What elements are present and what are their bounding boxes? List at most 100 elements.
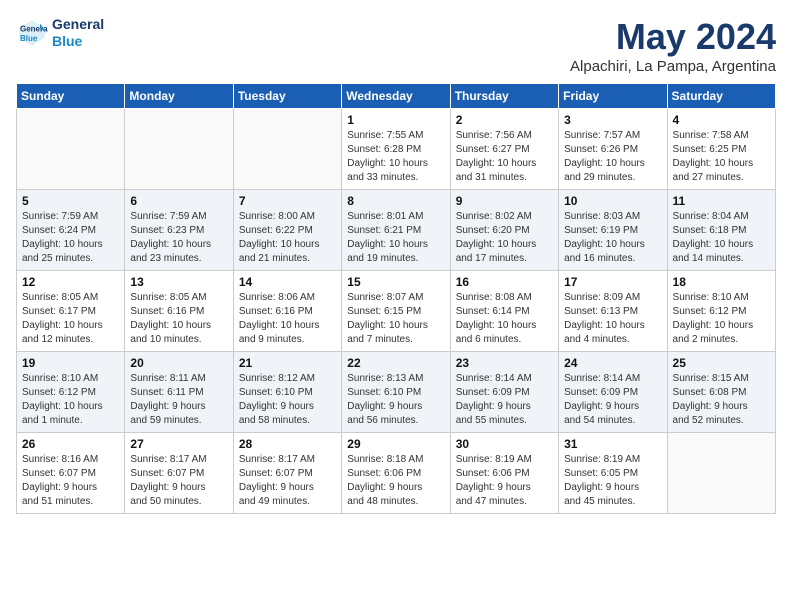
day-cell: 24 Sunrise: 8:14 AMSunset: 6:09 PMDayligh… (559, 352, 667, 433)
subtitle: Alpachiri, La Pampa, Argentina (570, 58, 776, 75)
day-number: 29 (347, 437, 444, 451)
day-info: Sunrise: 8:02 AMSunset: 6:20 PMDaylight:… (456, 210, 553, 266)
day-number: 26 (22, 437, 119, 451)
day-cell: 30 Sunrise: 8:19 AMSunset: 6:06 PMDayligh… (450, 433, 558, 514)
day-cell: 13Sunrise: 8:05 AMSunset: 6:16 PMDayligh… (125, 271, 233, 352)
day-number: 28 (239, 437, 336, 451)
day-number: 31 (564, 437, 661, 451)
day-info: Sunrise: 8:07 AMSunset: 6:15 PMDaylight:… (347, 291, 444, 347)
week-row-5: 26 Sunrise: 8:16 AMSunset: 6:07 PMDayligh… (17, 433, 776, 514)
day-info: Sunrise: 8:18 AMSunset: 6:06 PMDaylight:… (347, 453, 444, 509)
day-number: 5 (22, 194, 119, 208)
day-cell: 31 Sunrise: 8:19 AMSunset: 6:05 PMDayligh… (559, 433, 667, 514)
logo-line2: Blue (52, 33, 104, 50)
weekday-header-sunday: Sunday (17, 84, 125, 109)
day-number: 9 (456, 194, 553, 208)
day-number: 22 (347, 356, 444, 370)
day-number: 7 (239, 194, 336, 208)
day-cell (125, 109, 233, 190)
day-cell: 18 Sunrise: 8:10 AMSunset: 6:12 PMDayligh… (667, 271, 775, 352)
day-number: 16 (456, 275, 553, 289)
day-cell: 16 Sunrise: 8:08 AMSunset: 6:14 PMDayligh… (450, 271, 558, 352)
day-number: 21 (239, 356, 336, 370)
weekday-header-friday: Friday (559, 84, 667, 109)
day-info: Sunrise: 7:56 AMSunset: 6:27 PMDaylight:… (456, 129, 553, 185)
day-cell: 11 Sunrise: 8:04 AMSunset: 6:18 PMDayligh… (667, 190, 775, 271)
day-info: Sunrise: 7:59 AMSunset: 6:23 PMDaylight:… (130, 210, 227, 266)
day-cell: 28Sunrise: 8:17 AMSunset: 6:07 PMDayligh… (233, 433, 341, 514)
day-number: 30 (456, 437, 553, 451)
weekday-header-monday: Monday (125, 84, 233, 109)
logo-line1: General (52, 16, 104, 33)
day-number: 18 (673, 275, 770, 289)
calendar-table: SundayMondayTuesdayWednesdayThursdayFrid… (16, 83, 776, 514)
day-info: Sunrise: 7:58 AMSunset: 6:25 PMDaylight:… (673, 129, 770, 185)
day-info: Sunrise: 8:11 AMSunset: 6:11 PMDaylight:… (130, 372, 227, 428)
week-row-2: 5 Sunrise: 7:59 AMSunset: 6:24 PMDaylight… (17, 190, 776, 271)
day-number: 24 (564, 356, 661, 370)
weekday-header-tuesday: Tuesday (233, 84, 341, 109)
day-cell: 5 Sunrise: 7:59 AMSunset: 6:24 PMDaylight… (17, 190, 125, 271)
day-cell: 10 Sunrise: 8:03 AMSunset: 6:19 PMDayligh… (559, 190, 667, 271)
day-info: Sunrise: 8:14 AMSunset: 6:09 PMDaylight:… (564, 372, 661, 428)
day-info: Sunrise: 8:10 AMSunset: 6:12 PMDaylight:… (673, 291, 770, 347)
day-cell: 1Sunrise: 7:55 AMSunset: 6:28 PMDaylight… (342, 109, 450, 190)
week-row-4: 19 Sunrise: 8:10 AMSunset: 6:12 PMDayligh… (17, 352, 776, 433)
day-info: Sunrise: 8:03 AMSunset: 6:19 PMDaylight:… (564, 210, 661, 266)
day-cell: 9 Sunrise: 8:02 AMSunset: 6:20 PMDaylight… (450, 190, 558, 271)
day-info: Sunrise: 8:00 AMSunset: 6:22 PMDaylight:… (239, 210, 336, 266)
day-number: 15 (347, 275, 444, 289)
day-number: 17 (564, 275, 661, 289)
day-number: 20 (130, 356, 227, 370)
day-number: 14 (239, 275, 336, 289)
title-block: May 2024 Alpachiri, La Pampa, Argentina (570, 16, 776, 75)
day-cell: 26 Sunrise: 8:16 AMSunset: 6:07 PMDayligh… (17, 433, 125, 514)
day-info: Sunrise: 8:17 AMSunset: 6:07 PMDaylight:… (130, 453, 227, 509)
day-number: 2 (456, 113, 553, 127)
day-number: 13 (130, 275, 227, 289)
day-number: 19 (22, 356, 119, 370)
day-number: 10 (564, 194, 661, 208)
day-cell: 14 Sunrise: 8:06 AMSunset: 6:16 PMDayligh… (233, 271, 341, 352)
day-info: Sunrise: 8:15 AMSunset: 6:08 PMDaylight:… (673, 372, 770, 428)
day-info: Sunrise: 8:12 AMSunset: 6:10 PMDaylight:… (239, 372, 336, 428)
week-row-3: 12Sunrise: 8:05 AMSunset: 6:17 PMDayligh… (17, 271, 776, 352)
day-cell: 25 Sunrise: 8:15 AMSunset: 6:08 PMDayligh… (667, 352, 775, 433)
day-number: 3 (564, 113, 661, 127)
day-cell: 22Sunrise: 8:13 AMSunset: 6:10 PMDayligh… (342, 352, 450, 433)
day-cell: 21 Sunrise: 8:12 AMSunset: 6:10 PMDayligh… (233, 352, 341, 433)
day-info: Sunrise: 8:19 AMSunset: 6:06 PMDaylight:… (456, 453, 553, 509)
day-cell: 12Sunrise: 8:05 AMSunset: 6:17 PMDayligh… (17, 271, 125, 352)
day-info: Sunrise: 8:19 AMSunset: 6:05 PMDaylight:… (564, 453, 661, 509)
day-number: 12 (22, 275, 119, 289)
weekday-header-thursday: Thursday (450, 84, 558, 109)
day-cell: 19 Sunrise: 8:10 AMSunset: 6:12 PMDayligh… (17, 352, 125, 433)
day-info: Sunrise: 8:06 AMSunset: 6:16 PMDaylight:… (239, 291, 336, 347)
week-row-1: 1Sunrise: 7:55 AMSunset: 6:28 PMDaylight… (17, 109, 776, 190)
day-info: Sunrise: 8:14 AMSunset: 6:09 PMDaylight:… (456, 372, 553, 428)
weekday-header-saturday: Saturday (667, 84, 775, 109)
day-number: 25 (673, 356, 770, 370)
day-info: Sunrise: 8:04 AMSunset: 6:18 PMDaylight:… (673, 210, 770, 266)
day-cell: 4Sunrise: 7:58 AMSunset: 6:25 PMDaylight… (667, 109, 775, 190)
day-info: Sunrise: 7:59 AMSunset: 6:24 PMDaylight:… (22, 210, 119, 266)
day-cell: 3 Sunrise: 7:57 AMSunset: 6:26 PMDaylight… (559, 109, 667, 190)
day-cell: 15 Sunrise: 8:07 AMSunset: 6:15 PMDayligh… (342, 271, 450, 352)
day-cell: 23Sunrise: 8:14 AMSunset: 6:09 PMDayligh… (450, 352, 558, 433)
day-info: Sunrise: 8:10 AMSunset: 6:12 PMDaylight:… (22, 372, 119, 428)
day-cell: 7 Sunrise: 8:00 AMSunset: 6:22 PMDaylight… (233, 190, 341, 271)
weekday-header-row: SundayMondayTuesdayWednesdayThursdayFrid… (17, 84, 776, 109)
day-cell: 2 Sunrise: 7:56 AMSunset: 6:27 PMDaylight… (450, 109, 558, 190)
day-cell: 29 Sunrise: 8:18 AMSunset: 6:06 PMDayligh… (342, 433, 450, 514)
day-cell (233, 109, 341, 190)
day-info: Sunrise: 7:57 AMSunset: 6:26 PMDaylight:… (564, 129, 661, 185)
day-info: Sunrise: 8:16 AMSunset: 6:07 PMDaylight:… (22, 453, 119, 509)
day-info: Sunrise: 8:09 AMSunset: 6:13 PMDaylight:… (564, 291, 661, 347)
day-cell: 8Sunrise: 8:01 AMSunset: 6:21 PMDaylight… (342, 190, 450, 271)
day-info: Sunrise: 8:08 AMSunset: 6:14 PMDaylight:… (456, 291, 553, 347)
weekday-header-wednesday: Wednesday (342, 84, 450, 109)
day-number: 11 (673, 194, 770, 208)
day-number: 6 (130, 194, 227, 208)
day-cell: 20 Sunrise: 8:11 AMSunset: 6:11 PMDayligh… (125, 352, 233, 433)
day-cell: 27Sunrise: 8:17 AMSunset: 6:07 PMDayligh… (125, 433, 233, 514)
